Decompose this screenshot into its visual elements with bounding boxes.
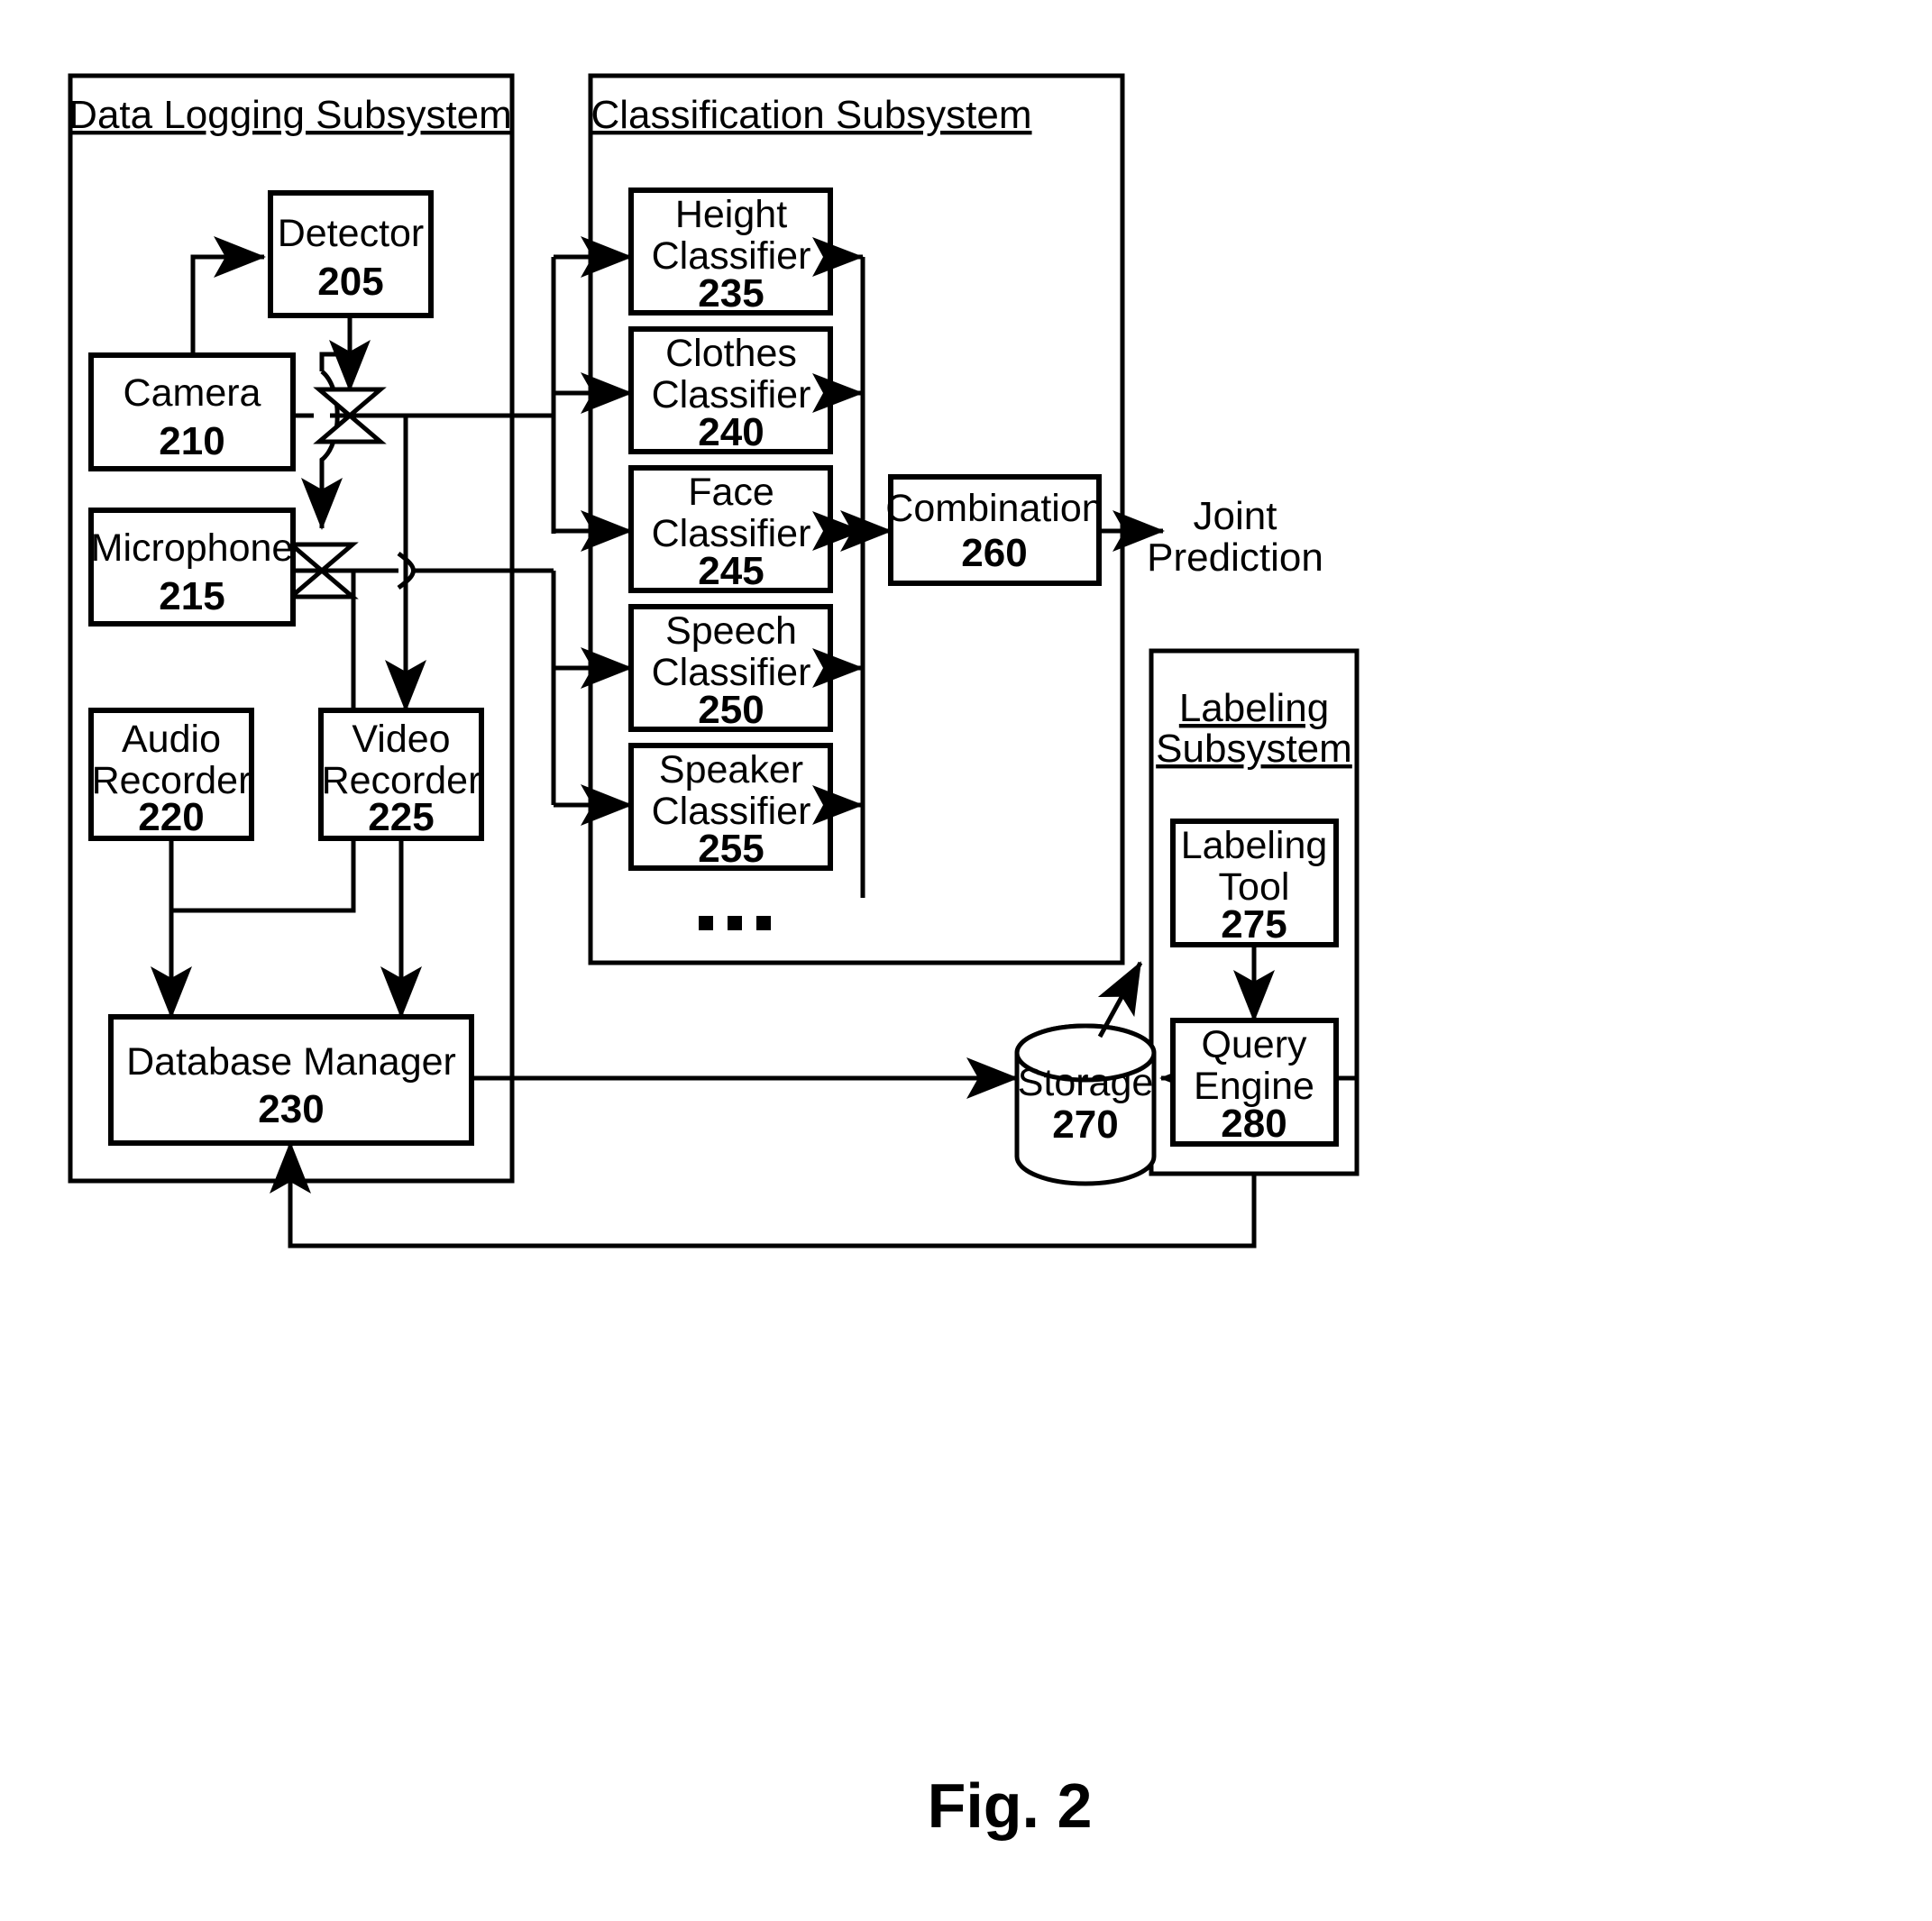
face-classifier-label-line1: Face xyxy=(688,471,774,514)
joint-prediction-label-line2: Prediction xyxy=(1147,535,1323,580)
labeling-tool-label-line1: Labeling xyxy=(1181,824,1328,867)
speaker-classifier-number: 255 xyxy=(698,827,764,871)
patent-figure: Data Logging Subsystem Classification Su… xyxy=(0,0,1932,1921)
panel-title-labeling-line2: Subsystem xyxy=(1156,727,1352,771)
detector-label: Detector xyxy=(278,212,425,255)
speech-classifier-label-line1: Speech xyxy=(665,609,797,653)
audio-recorder-label-line1: Audio xyxy=(122,718,221,761)
figure-caption: Fig. 2 xyxy=(928,1770,1093,1841)
video-recorder-number: 225 xyxy=(368,795,434,839)
face-classifier-number: 245 xyxy=(698,549,764,593)
camera-label: Camera xyxy=(124,371,261,415)
camera-number: 210 xyxy=(159,419,224,463)
diagram-canvas: Data Logging Subsystem Classification Su… xyxy=(68,73,1360,1841)
height-classifier-number: 235 xyxy=(698,271,764,316)
speech-classifier-number: 250 xyxy=(698,688,764,732)
joint-prediction-label-line1: Joint xyxy=(1194,494,1277,538)
query-engine-number: 280 xyxy=(1221,1102,1286,1146)
wire-storage-to-classification xyxy=(1097,961,1143,1038)
query-engine-label-line1: Query xyxy=(1201,1023,1307,1066)
panel-title-data-logging: Data Logging Subsystem xyxy=(69,93,512,137)
clothes-classifier-label-line1: Clothes xyxy=(665,332,797,375)
database-manager-label: Database Manager xyxy=(126,1040,456,1084)
storage-number: 270 xyxy=(1052,1102,1118,1147)
panel-title-classification: Classification Subsystem xyxy=(591,93,1031,137)
combination-label: Combination xyxy=(885,487,1103,530)
clothes-classifier-number: 240 xyxy=(698,410,764,454)
panel-title-labeling-line1: Labeling xyxy=(1179,686,1329,730)
audio-recorder-number: 220 xyxy=(138,795,204,839)
video-recorder-label-line1: Video xyxy=(352,718,450,761)
database-manager-number: 230 xyxy=(258,1087,324,1131)
detector-number: 205 xyxy=(317,260,383,304)
microphone-label: Microphone xyxy=(91,526,294,570)
microphone-number: 215 xyxy=(159,574,224,618)
labeling-tool-number: 275 xyxy=(1221,902,1286,947)
speaker-classifier-label-line1: Speaker xyxy=(659,748,803,791)
storage-label: Storage xyxy=(1018,1061,1154,1104)
combination-number: 260 xyxy=(961,531,1027,575)
height-classifier-label-line1: Height xyxy=(675,193,787,236)
